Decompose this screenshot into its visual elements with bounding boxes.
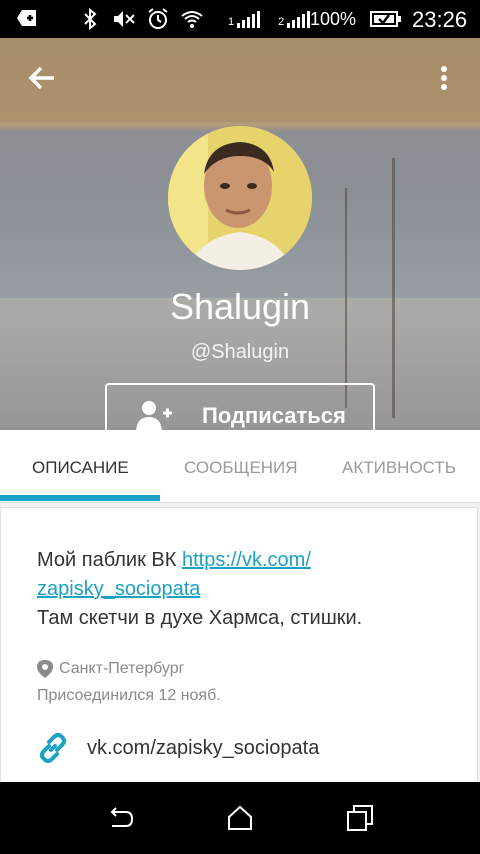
- profile-header: Shalugin @Shalugin Подписаться: [0, 38, 480, 430]
- location: Санкт-Петербург: [37, 660, 184, 678]
- back-arrow-icon[interactable]: [24, 60, 60, 96]
- sim2-signal: 2: [278, 10, 311, 28]
- bio-text: Мой паблик ВК https://vk.com/zapisky_soc…: [37, 546, 457, 633]
- toolbar: [0, 38, 480, 122]
- tab-description[interactable]: ОПИСАНИЕ: [32, 458, 129, 478]
- joined-date: Присоединился 12 нояб.: [37, 687, 221, 704]
- bluetooth-icon: [84, 7, 97, 31]
- signal-bars-icon: [237, 10, 261, 28]
- website-row[interactable]: vk.com/zapisky_sociopata: [37, 732, 319, 764]
- status-icons: 1 2: [78, 6, 311, 32]
- home-icon[interactable]: [224, 802, 256, 834]
- profile-tabs: ОПИСАНИЕ СООБЩЕНИЯ АКТИВНОСТЬ: [0, 430, 480, 503]
- back-icon[interactable]: [104, 802, 136, 834]
- recent-apps-icon[interactable]: [344, 802, 376, 834]
- profile-name: Shalugin: [169, 286, 311, 327]
- signal-bars-icon: [287, 10, 311, 28]
- sim2-label: 2: [278, 16, 285, 28]
- alarm-icon: [148, 8, 168, 29]
- mute-icon: [114, 11, 135, 27]
- battery-percent: 100%: [310, 9, 357, 29]
- battery-icon: [370, 11, 401, 27]
- website-link[interactable]: vk.com/zapisky_sociopata: [87, 737, 319, 760]
- bio-line2: Там скетчи в духе Хармса, стишки.: [37, 607, 363, 629]
- profile-handle: @Shalugin: [190, 341, 290, 363]
- avatar[interactable]: [168, 126, 312, 270]
- navigation-bar: [0, 782, 480, 854]
- wifi-icon: [181, 11, 203, 28]
- add-notification-icon: [17, 10, 36, 26]
- clock: 23:26: [412, 7, 468, 32]
- bio-prefix: Мой паблик ВК: [37, 549, 182, 571]
- tab-activity[interactable]: АКТИВНОСТЬ: [342, 458, 456, 478]
- about-card: Мой паблик ВК https://vk.com/zapisky_soc…: [0, 507, 478, 785]
- link-icon: [40, 733, 66, 763]
- sim1-label: 1: [228, 16, 235, 28]
- sim1-signal: 1: [228, 10, 261, 28]
- status-bar: 1 2 100% 23:26: [0, 0, 480, 38]
- active-tab-indicator: [0, 495, 160, 501]
- location-text: Санкт-Петербург: [59, 660, 185, 677]
- add-person-icon: [136, 401, 172, 430]
- subscribe-label: Подписаться: [202, 403, 346, 428]
- subscribe-button[interactable]: Подписаться: [105, 383, 375, 430]
- more-options-icon[interactable]: [432, 60, 456, 96]
- location-pin-icon: [37, 660, 53, 678]
- tab-messages[interactable]: СООБЩЕНИЯ: [184, 458, 298, 478]
